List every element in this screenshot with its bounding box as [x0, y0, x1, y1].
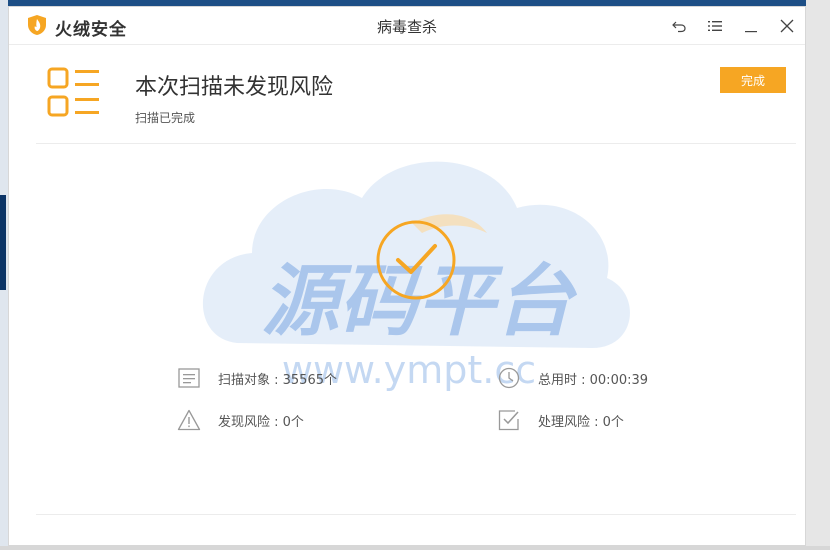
done-button[interactable]: 完成 — [720, 67, 786, 93]
title-bar[interactable]: 火绒安全 病毒查杀 — [9, 7, 805, 45]
checklist-icon — [47, 67, 101, 123]
virus-scan-window: 火绒安全 病毒查杀 本次扫描未发现风险 扫描已完成 完成 源码平台 www.ym… — [8, 6, 806, 546]
result-subtitle: 扫描已完成 — [135, 111, 196, 125]
stat-risks-handled: 处理风险 : 0个 — [496, 407, 624, 433]
close-button[interactable] — [769, 7, 805, 45]
stat-risks-found-text: 发现风险 : 0个 — [218, 414, 304, 430]
checkbox-icon — [496, 407, 522, 433]
desktop-background-bottom — [0, 546, 830, 550]
clock-icon — [496, 365, 522, 391]
desktop-background-left-dark — [0, 195, 6, 290]
menu-button[interactable] — [697, 7, 733, 45]
stat-scanned-text: 扫描对象 : 35565个 — [218, 372, 337, 388]
desktop-background-right — [806, 0, 830, 550]
result-title: 本次扫描未发现风险 — [135, 75, 334, 100]
stat-risks-found: 发现风险 : 0个 — [176, 407, 304, 433]
stat-total-time-text: 总用时 : 00:00:39 — [538, 372, 649, 388]
close-icon — [780, 19, 794, 33]
undo-icon — [672, 21, 686, 33]
stat-total-time: 总用时 : 00:00:39 — [496, 365, 648, 391]
document-icon — [176, 365, 202, 391]
stat-scanned: 扫描对象 : 35565个 — [176, 365, 337, 391]
footer-divider — [36, 514, 796, 515]
back-button[interactable] — [661, 7, 697, 45]
menu-icon — [708, 21, 722, 31]
warning-icon — [176, 407, 202, 433]
stat-risks-handled-text: 处理风险 : 0个 — [538, 414, 624, 430]
check-circle-icon — [375, 219, 457, 305]
window-controls — [661, 7, 805, 45]
minimize-icon — [745, 31, 757, 33]
minimize-button[interactable] — [733, 7, 769, 45]
scan-result-header: 本次扫描未发现风险 扫描已完成 完成 — [36, 47, 796, 144]
